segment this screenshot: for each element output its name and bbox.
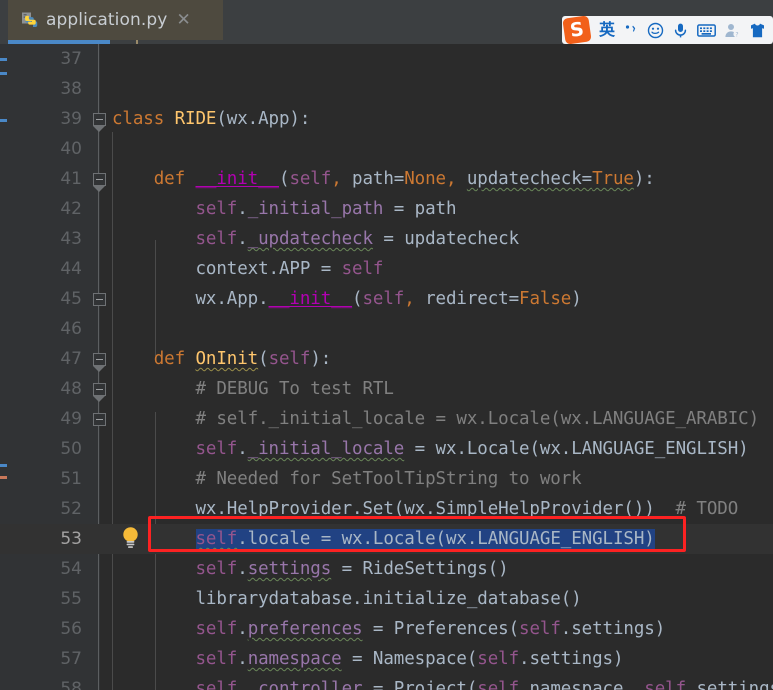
code-line[interactable]: 45 wx.App.__init__(self, redirect=False) (0, 284, 773, 314)
python-file-icon (22, 12, 39, 29)
ime-punctuation-toggle[interactable] (623, 17, 639, 43)
ime-account-icon[interactable]: ? (724, 17, 741, 43)
code-text: def __init__(self, path=None, updatechec… (153, 169, 655, 189)
code-text: context.APP = self (112, 259, 384, 279)
fold-toggle-icon[interactable] (93, 383, 106, 402)
line-number: 44 (60, 259, 82, 279)
code-text: # self._initial_locale = wx.Locale(wx.LA… (112, 409, 760, 429)
svg-text:?: ? (735, 31, 738, 38)
ime-voice-input-icon[interactable] (672, 17, 689, 43)
line-number: 48 (60, 379, 82, 399)
code-text: def OnInit(self): (153, 349, 332, 369)
editor-tab-label: application.py (46, 10, 168, 30)
line-number: 50 (60, 439, 82, 459)
code-line[interactable]: 55 librarydatabase.initialize_database() (0, 584, 773, 614)
line-number: 41 (60, 169, 82, 189)
code-line[interactable]: 58 self._controller = Project(self.names… (0, 674, 773, 690)
line-number: 51 (60, 469, 82, 489)
line-number: 42 (60, 199, 82, 219)
code-line[interactable]: 47 def OnInit(self): (0, 344, 773, 374)
line-number: 47 (60, 349, 82, 369)
code-text: self.namespace = Namespace(self.settings… (195, 649, 624, 669)
code-line[interactable]: 48 # DEBUG To test RTL (0, 374, 773, 404)
code-text: self._controller = Project(self.namespac… (195, 679, 773, 690)
ime-soft-keyboard-icon[interactable] (697, 17, 716, 43)
code-text: self._updatecheck = updatecheck (195, 229, 520, 249)
line-number: 58 (60, 679, 82, 690)
code-text: class RIDE(wx.App): (112, 109, 311, 129)
code-lines[interactable]: 37 38 39 class RIDE(wx.App): 40 41 def _… (0, 44, 773, 690)
tab-bar-left-strip (0, 0, 8, 44)
fold-toggle-icon[interactable] (93, 113, 106, 132)
code-line[interactable]: 57 self.namespace = Namespace(self.setti… (0, 644, 773, 674)
line-number: 40 (60, 139, 82, 159)
line-number: 39 (60, 109, 82, 129)
fold-toggle-icon[interactable] (93, 293, 106, 306)
pycharm-window: application.py ✕ S 英 ? 37 38 39 class RI… (0, 0, 773, 690)
ime-language-toggle[interactable]: 英 (599, 17, 615, 43)
line-number: 46 (60, 319, 82, 339)
lightbulb-icon[interactable] (121, 526, 140, 550)
code-text: wx.HelpProvider.Set(wx.SimpleHelpProvide… (112, 499, 739, 519)
code-line[interactable]: 46 (0, 314, 773, 344)
code-line[interactable]: 39 class RIDE(wx.App): (0, 104, 773, 134)
code-text: self.settings = RideSettings() (195, 559, 509, 579)
line-number: 45 (60, 289, 82, 309)
line-number: 57 (60, 649, 82, 669)
code-text: wx.App.__init__(self, redirect=False) (112, 289, 582, 309)
code-text: self.locale = wx.Locale(wx.LANGUAGE_ENGL… (195, 529, 655, 549)
fold-toggle-icon[interactable] (93, 353, 106, 372)
ime-skin-icon[interactable] (749, 17, 766, 43)
line-number: 53 (60, 529, 82, 549)
code-text: self._initial_path = path (195, 199, 457, 219)
code-line[interactable]: 42 self._initial_path = path (0, 194, 773, 224)
editor-tab-bar: application.py ✕ S 英 ? (0, 0, 773, 56)
code-line[interactable]: 41 def __init__(self, path=None, updatec… (0, 164, 773, 194)
code-text: self.preferences = Preferences(self.sett… (195, 619, 666, 639)
code-text: # Needed for SetToolTipString to work (112, 469, 582, 489)
line-number: 49 (60, 409, 82, 429)
code-text: librarydatabase.initialize_database() (112, 589, 582, 609)
fold-toggle-icon[interactable] (93, 173, 106, 192)
code-line[interactable]: 37 (0, 44, 773, 74)
fold-toggle-icon[interactable] (93, 413, 106, 426)
code-line[interactable]: 52 wx.HelpProvider.Set(wx.SimpleHelpProv… (0, 494, 773, 524)
code-text: # DEBUG To test RTL (112, 379, 394, 399)
sogou-input-method-toolbar[interactable]: S 英 ? (561, 15, 773, 45)
line-number: 43 (60, 229, 82, 249)
line-number: 55 (60, 589, 82, 609)
line-number: 54 (60, 559, 82, 579)
editor-tab-application-py[interactable]: application.py ✕ (8, 0, 223, 40)
code-line[interactable]: 50 self._initial_locale = wx.Locale(wx.L… (0, 434, 773, 464)
code-line[interactable]: 43 self._updatecheck = updatecheck (0, 224, 773, 254)
code-line[interactable]: 40 (0, 134, 773, 164)
code-line[interactable]: 56 self.preferences = Preferences(self.s… (0, 614, 773, 644)
close-icon[interactable]: ✕ (176, 11, 190, 29)
line-number: 56 (60, 619, 82, 639)
code-line[interactable]: 44 context.APP = self (0, 254, 773, 284)
line-number: 52 (60, 499, 82, 519)
code-line[interactable]: 54 self.settings = RideSettings() (0, 554, 773, 584)
code-line[interactable]: 38 (0, 74, 773, 104)
code-line[interactable]: 49 # self._initial_locale = wx.Locale(wx… (0, 404, 773, 434)
code-line-current[interactable]: 53 self.locale = wx.Locale(wx.LANGUAGE_E… (0, 524, 773, 554)
code-editor[interactable]: 37 38 39 class RIDE(wx.App): 40 41 def _… (0, 44, 773, 690)
code-line[interactable]: 51 # Needed for SetToolTipString to work (0, 464, 773, 494)
line-number: 37 (60, 49, 82, 69)
ime-emoji-icon[interactable] (647, 17, 664, 43)
sogou-logo-icon[interactable]: S (562, 15, 592, 45)
line-number: 38 (60, 79, 82, 99)
code-text: self._initial_locale = wx.Locale(wx.LANG… (195, 439, 749, 459)
